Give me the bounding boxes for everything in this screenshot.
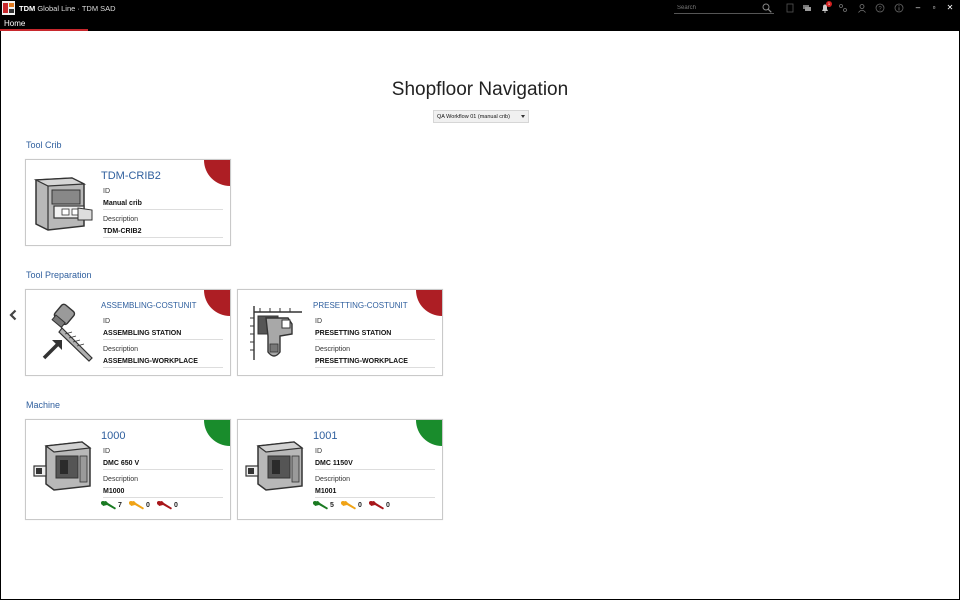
tool-warning-count: 0 [146,502,150,509]
info-icon[interactable] [894,3,904,13]
main-content: Shopfloor Navigation QA Workflow 01 (man… [1,31,959,599]
card-title: ASSEMBLING-COSTUNIT [101,301,197,310]
tool-error-count: 0 [174,502,178,509]
id-label: ID [315,448,322,455]
station-card-assembling[interactable]: ASSEMBLING-COSTUNIT ID ASSEMBLING STATIO… [25,289,231,376]
tool-warning-count: 0 [358,502,362,509]
workflow-selected-value: QA Workflow 01 (manual crib) [437,114,510,120]
tool-ok-icon [101,501,116,510]
card-title: TDM-CRIB2 [101,170,161,182]
chat-icon[interactable] [802,3,812,13]
description-label: Description [315,346,351,353]
presetting-device-icon [250,306,302,360]
id-value: Manual crib [103,200,223,210]
id-label: ID [103,318,110,325]
id-label: ID [103,188,110,195]
chevron-left-icon[interactable] [8,309,18,321]
tool-ok-count: 5 [330,502,334,509]
assembling-tool-icon [42,303,93,362]
description-value: M1001 [315,488,435,498]
document-icon[interactable] [785,3,795,13]
user-icon[interactable] [857,3,867,13]
id-value: ASSEMBLING STATION [103,330,223,340]
title-bar: TDM Global Line · TDM SAD 1 ? – ▫ ✕ [0,0,960,17]
description-value: TDM-CRIB2 [103,228,223,238]
search-box[interactable] [674,2,774,14]
nav-bar: Home [0,17,960,31]
id-label: ID [103,448,110,455]
description-label: Description [103,476,139,483]
section-title-tool-crib: Tool Crib [26,140,62,150]
tool-error-icon [157,501,172,510]
notification-badge: 1 [826,1,832,7]
description-label: Description [103,216,139,223]
tool-warning-icon [341,501,356,510]
help-icon[interactable]: ? [875,3,885,13]
tool-ok-icon [313,501,328,510]
card-title: 1001 [313,430,338,442]
close-button[interactable]: ✕ [943,1,957,15]
workflow-dropdown[interactable]: QA Workflow 01 (manual crib) [433,110,529,123]
description-label: Description [103,346,139,353]
description-value: PRESETTING-WORKPLACE [315,358,435,368]
tool-ok-count: 7 [118,502,122,509]
tool-warning-icon [129,501,144,510]
id-value: PRESETTING STATION [315,330,435,340]
status-indicator [204,160,230,186]
search-icon[interactable] [762,3,772,13]
cnc-machine-icon [245,441,304,491]
maximize-button[interactable]: ▫ [927,1,941,15]
tool-error-count: 0 [386,502,390,509]
caret-down-icon [521,115,525,118]
machine-card-1001[interactable]: 1001 ID DMC 1150V Description M1001 5 0 … [237,419,443,520]
tool-crib-cabinet-icon [33,177,93,231]
id-value: DMC 1150V [315,460,435,470]
status-indicator [204,290,230,316]
minimize-button[interactable]: – [911,1,925,15]
card-title: 1000 [101,430,126,442]
id-value: DMC 650 V [103,460,223,470]
section-title-machine: Machine [26,400,61,410]
description-value: M1000 [103,488,223,498]
page-title: Shopfloor Navigation [391,79,569,100]
machine-card-1000[interactable]: 1000 ID DMC 650 V Description M1000 7 0 … [25,419,231,520]
id-label: ID [315,318,322,325]
card-title: PRESETTING-COSTUNIT [313,301,408,310]
tool-error-icon [369,501,384,510]
description-label: Description [315,476,351,483]
connection-icon[interactable] [838,3,848,13]
cnc-machine-icon [33,441,92,491]
station-card-presetting[interactable]: PRESETTING-COSTUNIT ID PRESETTING STATIO… [237,289,443,376]
tool-status-counters: 5 0 0 [312,500,432,510]
description-value: ASSEMBLING-WORKPLACE [103,358,223,368]
station-card-crib2[interactable]: TDM-CRIB2 ID Manual crib Description TDM… [25,159,231,246]
tdm-logo-icon [2,1,15,15]
tool-status-counters: 7 0 0 [100,500,220,510]
search-input[interactable] [674,2,760,14]
app-title: TDM Global Line · TDM SAD [19,4,116,13]
status-indicator [416,420,442,446]
status-indicator [204,420,230,446]
tab-home[interactable]: Home [0,17,88,31]
status-indicator [416,290,442,316]
section-title-tool-preparation: Tool Preparation [26,270,92,280]
